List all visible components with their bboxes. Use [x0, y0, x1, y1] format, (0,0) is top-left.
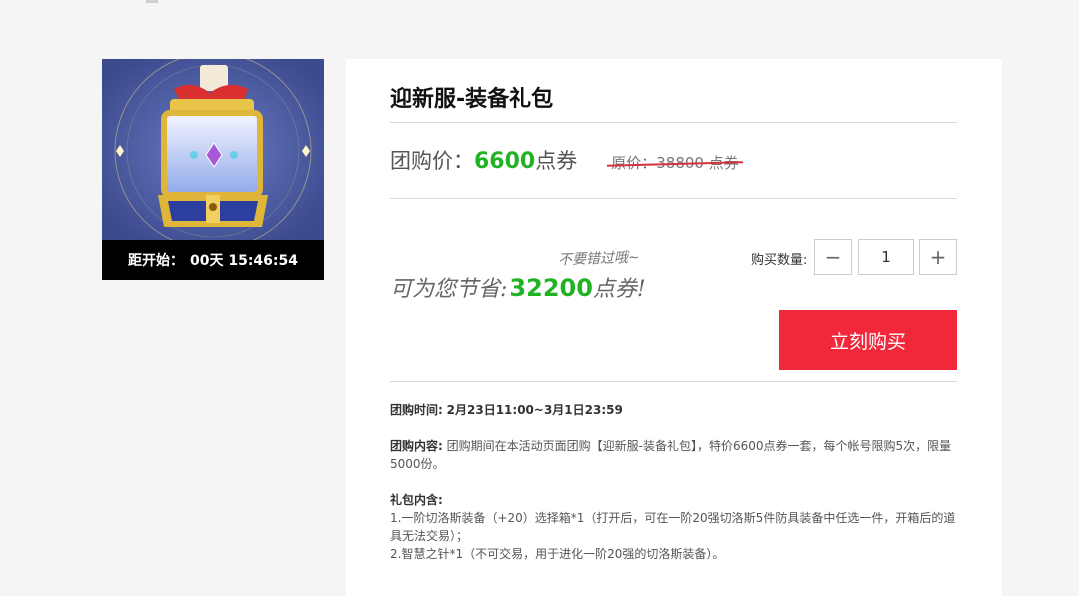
- price-value: 6600: [474, 149, 536, 174]
- group-buy-content: 团购内容: 团购期间在本活动页面团购【迎新服-装备礼包】，特价6600点券一套，…: [390, 437, 958, 473]
- savings-value: 32200: [509, 274, 593, 302]
- treasure-chest-icon: [102, 59, 324, 240]
- savings-unit: 点券!: [592, 277, 646, 302]
- product-image: 距开始： 00天 15:46:54: [102, 59, 324, 280]
- content-label: 团购内容:: [390, 439, 443, 453]
- divider: [390, 198, 957, 199]
- product-card: 迎新服-装备礼包 团购价： 6600 点券 原价：38800 点券 不要错过哦~…: [346, 59, 1002, 596]
- top-divider-mark: [146, 0, 158, 3]
- price-row: 团购价： 6600 点券 原价：38800 点券: [390, 145, 743, 175]
- countdown-value: 00天 15:46:54: [189, 253, 298, 269]
- divider: [390, 122, 957, 123]
- package-contents: 礼包内含: 1.一阶切洛斯装备（+20）选择箱*1（打开后，可在一阶20强切洛斯…: [390, 491, 958, 563]
- quantity-decrease-button[interactable]: −: [814, 239, 852, 275]
- divider: [390, 381, 957, 382]
- time-label: 团购时间:: [390, 403, 443, 417]
- group-buy-time: 团购时间: 2月23日11:00~3月1日23:59: [390, 401, 958, 419]
- savings-label: 可为您节省:: [390, 277, 508, 302]
- savings-tagline: 不要错过哦~: [557, 249, 641, 269]
- time-value: 2月23日11:00~3月1日23:59: [446, 403, 623, 417]
- savings-row: 可为您节省: 32200 点券!: [390, 271, 646, 303]
- quantity-label: 购买数量:: [751, 253, 808, 268]
- countdown-banner: 距开始： 00天 15:46:54: [102, 240, 324, 280]
- quantity-increase-button[interactable]: +: [919, 239, 957, 275]
- price-unit: 点券: [535, 149, 578, 173]
- product-title: 迎新服-装备礼包: [390, 87, 554, 112]
- includes-label: 礼包内含:: [390, 493, 443, 507]
- original-price: 原价：38800 点券: [607, 152, 743, 173]
- package-item: 1.一阶切洛斯装备（+20）选择箱*1（打开后，可在一阶20强切洛斯5件防具装备…: [390, 511, 956, 543]
- countdown-label: 距开始：: [127, 253, 184, 269]
- buy-now-button[interactable]: 立刻购买: [779, 310, 957, 370]
- package-item: 2.智慧之针*1（不可交易，用于进化一阶20强的切洛斯装备）。: [390, 547, 725, 561]
- content-value: 团购期间在本活动页面团购【迎新服-装备礼包】，特价6600点券一套，每个帐号限购…: [390, 439, 952, 471]
- quantity-input[interactable]: 1: [858, 239, 914, 275]
- price-label: 团购价：: [390, 149, 474, 173]
